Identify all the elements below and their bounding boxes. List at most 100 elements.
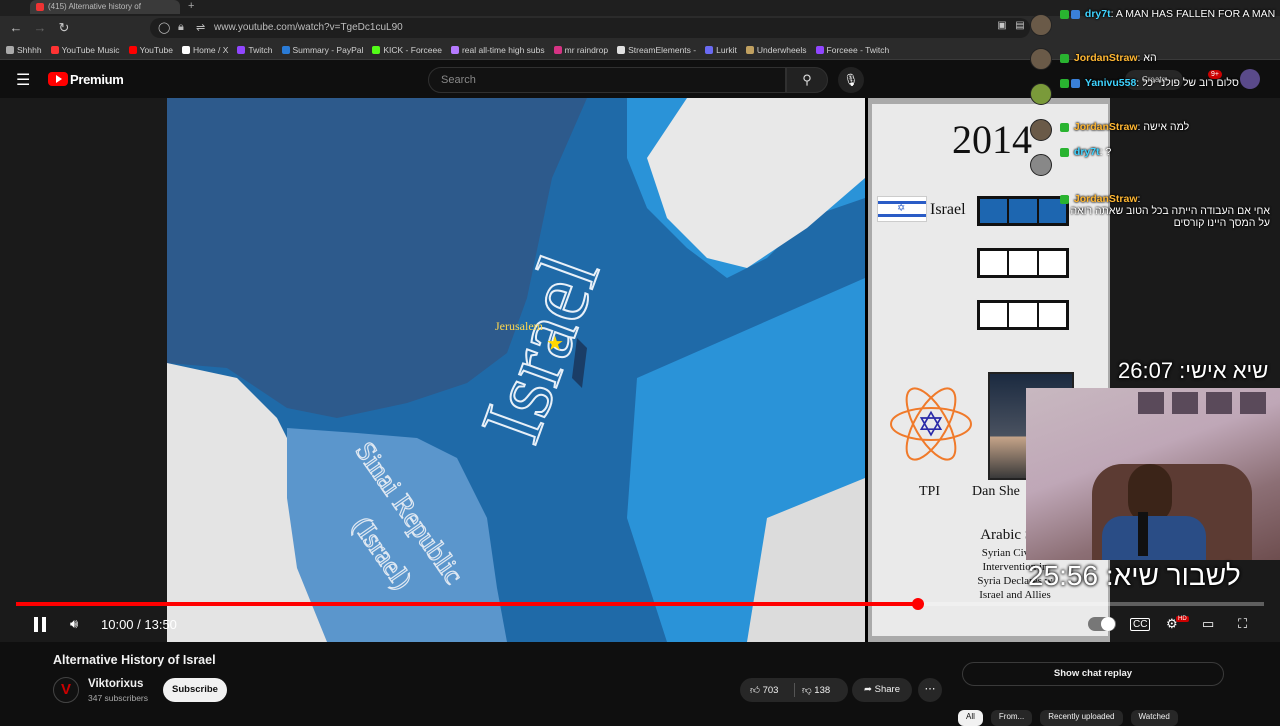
chat-message: JordanStraw: אחי אם העבודה הייתה בכל הטו… <box>1030 193 1280 229</box>
dislike-button[interactable]: 👎︎ 138 <box>802 684 830 696</box>
star-of-david-icon: ✡ <box>917 406 946 444</box>
bookmark-item[interactable]: Forceee - Twitch <box>815 45 889 55</box>
status-boxes-row-2 <box>977 248 1069 278</box>
status-box <box>980 251 1010 275</box>
chat-text: אחי אם העבודה הייתה בכל הטוב שאתה רואה ע… <box>1070 205 1270 229</box>
status-box <box>1009 251 1039 275</box>
more-actions-icon[interactable]: ⋯ <box>918 678 942 702</box>
chip-from-channel[interactable]: From... <box>990 710 1033 726</box>
status-box <box>1038 251 1066 275</box>
search-icon: ⚲ <box>802 72 812 87</box>
search-button[interactable]: ⚲ <box>786 67 828 93</box>
search-placeholder: Search <box>441 74 476 86</box>
theater-mode-icon[interactable]: ▭ <box>1202 616 1214 632</box>
subscriber-badge-icon <box>1060 147 1069 157</box>
status-box <box>1038 303 1066 327</box>
video-progress-bar[interactable] <box>16 598 1264 610</box>
bookmark-item[interactable]: mr raindrop <box>553 45 608 55</box>
bookmark-item[interactable]: StreamElements - <box>617 45 696 55</box>
youtube-logo-icon[interactable] <box>48 72 68 86</box>
atom-emblem-icon: ✡ <box>890 387 972 461</box>
streamer-body <box>1102 516 1206 560</box>
lock-icon[interactable]: 🔒︎ <box>178 21 184 34</box>
search-input[interactable]: Search <box>428 67 786 93</box>
year-label: 2014 <box>952 117 1032 162</box>
youtube-premium-logo[interactable]: Premium <box>70 72 124 87</box>
wall-poster <box>1206 392 1232 414</box>
subscriber-count: 347 subscribers <box>88 693 149 703</box>
like-count: 703 <box>762 685 779 696</box>
divider <box>794 683 795 697</box>
streamer-webcam <box>1026 388 1280 560</box>
party-label: TPI <box>919 484 940 499</box>
autoplay-toggle[interactable] <box>1088 617 1116 631</box>
subscribe-button[interactable]: Subscribe <box>163 678 227 702</box>
map-label-jerusalem: Jerusalem <box>495 319 544 333</box>
thumbs-down-icon: 👎︎ <box>802 685 812 696</box>
microphone-icon <box>1138 512 1148 556</box>
streamelements-icon <box>617 45 626 54</box>
pause-icon[interactable] <box>32 616 48 632</box>
shield-icon[interactable]: ◯ <box>158 21 170 34</box>
url-box[interactable]: ◯ 🔒︎ ⇌ www.youtube.com/watch?v=TgeDc1cuL… <box>150 18 1030 38</box>
lurkit-icon <box>705 45 714 54</box>
url-text[interactable]: www.youtube.com/watch?v=TgeDc1cuL90 <box>214 22 403 33</box>
streamer-head <box>1128 464 1172 524</box>
pen-icon <box>450 45 459 54</box>
browser-tab-active[interactable]: (415) Alternative history of <box>30 0 180 14</box>
bookmark-item[interactable]: YouTube Music <box>50 45 120 55</box>
like-button[interactable]: 👍︎ 703 <box>750 684 778 696</box>
chat-message: Yanivu558: סלום רוב של פולני יכל <box>1030 77 1280 105</box>
chat-avatar <box>1030 14 1052 36</box>
video-title: Alternative History of Israel <box>53 653 216 667</box>
fullscreen-icon[interactable]: ⛶ <box>1238 616 1247 632</box>
captions-icon[interactable]: CC <box>1130 618 1151 631</box>
map-graphic: Israel Jerusalem ★ Sinai Republic (Israe… <box>167 98 865 642</box>
progress-fill <box>16 602 918 606</box>
extension-icon[interactable]: ▣ <box>994 20 1010 31</box>
show-chat-replay-button[interactable]: Show chat replay <box>962 662 1224 686</box>
wall-poster <box>1240 392 1266 414</box>
chat-text: למה אישה <box>1143 121 1190 133</box>
raindrop-icon <box>553 45 562 54</box>
personal-record-timer: שיא אישי: 26:07 <box>1118 358 1269 383</box>
bookmark-item[interactable]: Twitch <box>237 45 273 55</box>
screenshot-icon[interactable]: ▤ <box>1012 20 1028 31</box>
bookmark-item[interactable]: Summary - PayPal <box>281 45 363 55</box>
share-button[interactable]: ➦ Share <box>852 678 912 702</box>
verified-badge-icon <box>1071 78 1080 88</box>
chat-text: A MAN HAS FALLEN FOR A MAN <box>1115 8 1276 20</box>
forward-arrow-icon[interactable]: → <box>32 20 48 35</box>
bookmark-item[interactable]: Underwheels <box>745 45 807 55</box>
chip-all[interactable]: All <box>958 710 983 726</box>
youtube-music-icon <box>50 45 59 54</box>
voice-search-mic-icon[interactable]: 🎙︎ <box>838 67 864 93</box>
progress-scrubber[interactable] <box>911 598 924 610</box>
reload-icon[interactable]: ↻ <box>56 20 72 36</box>
channel-avatar[interactable]: V <box>53 677 79 703</box>
bookmark-item[interactable]: Lurkit <box>705 45 737 55</box>
chat-username: dry7t <box>1073 146 1100 158</box>
bookmark-item[interactable]: YouTube <box>128 45 173 55</box>
chat-message: JordanStraw: למה אישה <box>1030 119 1280 141</box>
menu-icon[interactable]: ☰ <box>16 70 30 90</box>
x-icon <box>181 45 190 54</box>
site-settings-icon[interactable]: ⇌ <box>196 21 205 34</box>
paypal-icon <box>281 45 290 54</box>
chip-recently-uploaded[interactable]: Recently uploaded <box>1040 710 1123 726</box>
bookmark-item[interactable]: real all-time high subs <box>450 45 545 55</box>
twitch-icon <box>815 45 824 54</box>
bookmark-item[interactable]: Shhhh <box>6 45 42 55</box>
new-tab-plus-icon[interactable]: + <box>188 0 194 12</box>
channel-name[interactable]: Viktorixus <box>88 678 143 690</box>
wall-poster <box>1138 392 1164 414</box>
chat-avatar <box>1030 154 1052 176</box>
subscriber-badge-icon <box>1060 78 1069 88</box>
bookmark-item[interactable]: Home / X <box>181 45 228 55</box>
volume-icon[interactable]: 🔊︎ <box>70 616 78 632</box>
back-arrow-icon[interactable]: ← <box>8 20 24 35</box>
bookmark-item[interactable]: KICK - Forceee <box>372 45 442 55</box>
underwheels-icon <box>745 45 754 54</box>
time-display: 10:00 / 13:50 <box>101 617 177 632</box>
chip-watched[interactable]: Watched <box>1130 710 1178 726</box>
